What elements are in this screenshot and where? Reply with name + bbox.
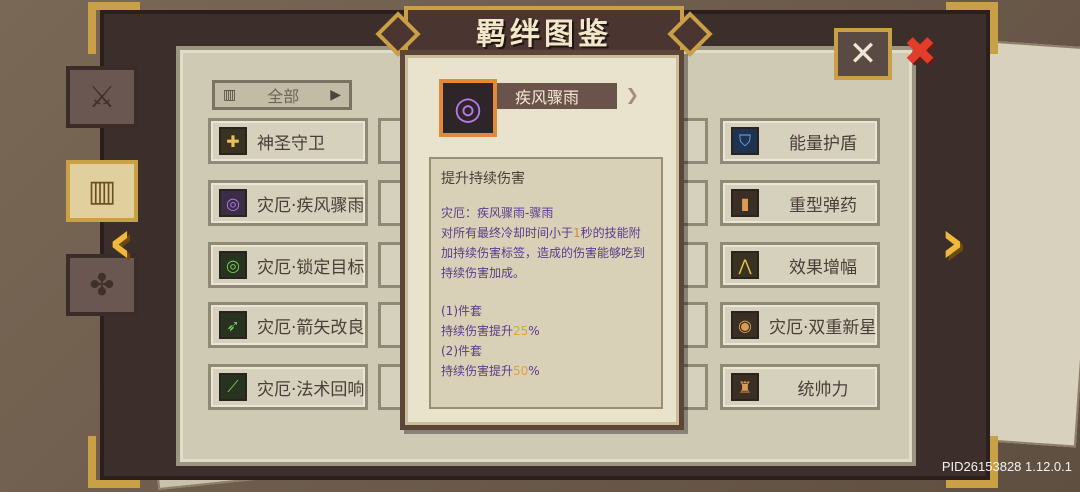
commander-icon: ♜ [731,373,759,401]
set-bonus-2-label: (2)件套 [441,344,482,358]
bond-subtitle: 灾厄：疾风骤雨-骤雨 [441,206,554,220]
nova-icon: ◉ [731,311,759,339]
bond-item[interactable]: ⋀ 效果增幅 [720,242,880,288]
bond-item-label: 灾厄·锁定目标 [257,257,365,278]
bond-item[interactable]: ▮ 重型弹药 [720,180,880,226]
bullet-icon: ▮ [731,189,759,217]
frame-corner [88,2,140,54]
arrow-icon: ➶ [219,311,247,339]
page-title: 羁绊图鉴 [404,6,684,56]
next-page-arrow-icon[interactable]: › [940,212,965,272]
filter-icon: ▥ [223,87,237,103]
set-bonus-2-text: 持续伤害提升50% [441,364,540,378]
bond-item-label: 灾厄·疾风骤雨 [257,195,365,216]
staff-icon: ⟋ [219,373,247,401]
prev-page-arrow-icon[interactable]: ‹ [108,212,133,272]
bond-item-label: 灾厄·双重新星 [769,317,877,338]
version-label: PID26153828 1.12.0.1 [941,459,1072,474]
bond-item-label: 效果增幅 [789,257,857,278]
bond-item[interactable]: ♜ 统帅力 [720,364,880,410]
close-x-icon[interactable]: ✖ [900,32,940,72]
close-icon: ✕ [848,34,878,74]
bond-item[interactable]: ◎ 灾厄·疾风骤雨 [208,180,368,226]
bond-item-partial[interactable] [682,242,708,288]
bond-item-label: 神圣守卫 [257,133,325,154]
bond-item[interactable]: ⛉ 能量护盾 [720,118,880,164]
tornado-icon: ◎ [439,79,497,137]
bond-item-partial[interactable] [682,180,708,226]
frame-corner [88,436,140,488]
bond-item-partial[interactable] [682,364,708,410]
tornado-icon: ◎ [219,189,247,217]
bond-item[interactable]: ✚ 神圣守卫 [208,118,368,164]
energy-shield-icon: ⛉ [731,127,759,155]
bond-item[interactable]: ⟋ 灾厄·法术回响 [208,364,368,410]
bond-name-label: 疾风骤雨 [497,83,639,109]
bond-item-partial[interactable] [682,118,708,164]
set-bonus-1-label: (1)件套 [441,304,482,318]
amplify-icon: ⋀ [731,251,759,279]
target-icon: ◎ [219,251,247,279]
bond-item-label: 统帅力 [797,379,849,400]
bond-item-label: 灾厄·法术回响 [257,379,365,400]
sword-icon: ⚔ [88,79,116,115]
bond-item-label: 重型弹药 [789,195,857,216]
bond-item-partial[interactable] [682,302,708,348]
bond-description: 提升持续伤害 灾厄：疾风骤雨-骤雨 对所有最终冷却时间小于1秒的技能附加持续伤害… [429,157,663,409]
bond-effect-heading: 提升持续伤害 [441,171,525,187]
filter-label: 全部 [267,87,300,106]
bond-item[interactable]: ◉ 灾厄·双重新星 [720,302,880,348]
triangle-right-icon: ▶ [330,87,341,103]
bond-item-label: 灾厄·箭矢改良 [257,317,365,338]
tab-weapons[interactable]: ⚔ [66,66,138,128]
set-bonus-1-text: 持续伤害提升25% [441,324,540,338]
bond-item[interactable]: ◎ 灾厄·锁定目标 [208,242,368,288]
bond-effect-text: 对所有最终冷却时间小于1秒的技能附加持续伤害标签，造成的伤害能够吃到持续伤害加成… [441,226,646,280]
bond-icon: ▥ [87,173,117,209]
bond-item[interactable]: ➶ 灾厄·箭矢改良 [208,302,368,348]
frame-corner [946,2,998,54]
close-button[interactable]: ✕ [834,28,892,80]
filter-dropdown[interactable]: ▥ 全部 ▶ [212,80,352,110]
shield-icon: ✚ [219,127,247,155]
bond-detail-popup: ◎ 疾风骤雨 提升持续伤害 灾厄：疾风骤雨-骤雨 对所有最终冷却时间小于1秒的技… [400,50,684,430]
bond-item-label: 能量护盾 [789,133,857,154]
